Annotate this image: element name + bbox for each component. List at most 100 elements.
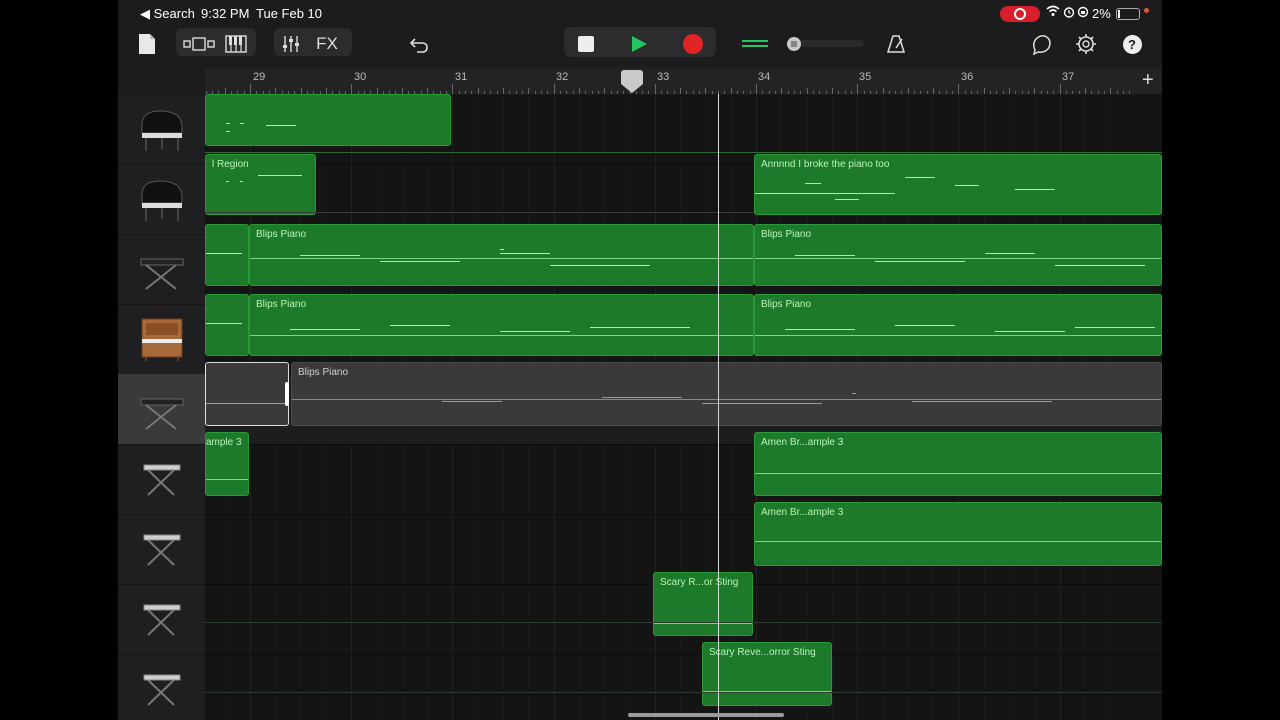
bar-number: 31 xyxy=(455,71,468,83)
region-name: Blips Piano xyxy=(298,367,349,378)
keyboard-stand-icon xyxy=(143,534,180,566)
timeline-ruler[interactable]: 29 30 31 32 33 34 35 36 37 + xyxy=(205,68,1162,95)
status-date: Tue Feb 10 xyxy=(256,6,323,21)
region-name: Blips Piano xyxy=(256,229,307,240)
audio-region[interactable]: Scary R...or Sting xyxy=(653,572,753,636)
mixer-sliders-icon xyxy=(283,36,299,52)
help-button[interactable]: ? xyxy=(1122,29,1142,59)
midi-region[interactable] xyxy=(205,294,249,356)
region-name: ample 3 xyxy=(206,437,242,448)
track-header-keyboard-3[interactable] xyxy=(118,444,205,515)
upright-piano-icon xyxy=(141,318,182,361)
audio-region[interactable]: Scary Reve...orror Sting xyxy=(702,642,832,706)
add-section-button[interactable]: + xyxy=(1142,69,1154,92)
playhead-line xyxy=(718,94,719,720)
help-icon: ? xyxy=(1122,34,1142,54)
gear-icon xyxy=(1076,34,1096,54)
rotation-lock-icon xyxy=(1077,6,1089,21)
ruler-tick xyxy=(553,84,555,94)
fx-button[interactable]: FX xyxy=(314,29,340,59)
midi-region[interactable] xyxy=(205,224,249,286)
undo-button[interactable] xyxy=(408,29,430,59)
screen-recording-indicator[interactable] xyxy=(1000,6,1040,22)
region-name: Scary R...or Sting xyxy=(660,577,739,588)
stop-button[interactable] xyxy=(574,29,598,59)
region-name: Blips Piano xyxy=(256,299,307,310)
keyboard-stand-icon xyxy=(143,464,180,496)
metronome-button[interactable] xyxy=(884,29,908,59)
track-header-keyboard-4[interactable] xyxy=(118,514,205,585)
document-icon xyxy=(139,34,155,54)
region-name: Blips Piano xyxy=(761,299,812,310)
bar-number: 34 xyxy=(758,71,771,83)
keyboard-stand-icon xyxy=(143,604,180,636)
region-resize-handle[interactable] xyxy=(285,382,289,406)
bar-number: 36 xyxy=(961,71,974,83)
instrument-view-button[interactable] xyxy=(224,29,248,59)
keyboard-stand-icon xyxy=(140,398,183,430)
wifi-icon xyxy=(1046,5,1060,20)
track-header-grand-piano-1[interactable] xyxy=(118,94,205,165)
audio-region[interactable]: Amen Br...ample 3 xyxy=(754,432,1162,496)
grand-piano-icon xyxy=(141,180,182,221)
track-header-keyboard-6[interactable] xyxy=(118,654,205,720)
midi-region[interactable]: Blips Piano xyxy=(291,362,1162,426)
tracks-view-icon xyxy=(183,37,215,51)
toolbar: FX ? xyxy=(118,26,1162,68)
ruler-tick xyxy=(452,84,454,94)
my-songs-button[interactable] xyxy=(136,29,158,59)
midi-region[interactable]: l Region xyxy=(205,154,316,215)
metronome-icon xyxy=(886,35,906,53)
region-name: Scary Reve...orror Sting xyxy=(709,647,816,658)
battery-icon xyxy=(1116,8,1140,20)
status-time: 9:32 PM xyxy=(201,6,250,21)
mixer-button[interactable] xyxy=(280,29,302,59)
tracks-view-button[interactable] xyxy=(182,29,216,59)
keyboard-stand-icon xyxy=(143,674,180,706)
ruler-tick xyxy=(1059,84,1061,94)
ruler-tick xyxy=(351,84,353,94)
loop-browser-button[interactable] xyxy=(1030,29,1054,59)
ruler-tick xyxy=(250,84,251,94)
playhead-handle[interactable] xyxy=(621,70,643,84)
region-name: l Region xyxy=(212,159,249,170)
play-button[interactable] xyxy=(626,29,652,59)
track-header-keyboard-1[interactable] xyxy=(118,234,205,305)
track-lane[interactable] xyxy=(205,654,1162,720)
bar-number: 29 xyxy=(253,71,266,83)
ruler-tick xyxy=(958,84,960,94)
midi-region[interactable]: Blips Piano xyxy=(249,224,754,286)
bar-number: 32 xyxy=(556,71,569,83)
status-bar: ◀ Search 9:32 PM Tue Feb 10 2% xyxy=(118,0,1162,26)
home-indicator[interactable] xyxy=(628,713,784,717)
ruler-tick xyxy=(654,84,656,94)
midi-region-selected[interactable] xyxy=(205,362,289,426)
volume-meter-icon xyxy=(742,37,864,51)
track-header-grand-piano-2[interactable] xyxy=(118,164,205,235)
bar-number: 33 xyxy=(657,71,670,83)
record-button[interactable] xyxy=(680,29,706,59)
grand-piano-icon xyxy=(141,110,182,151)
keyboard-stand-icon xyxy=(140,258,183,290)
track-header-keyboard-selected[interactable] xyxy=(118,374,205,445)
track-header-keyboard-5[interactable] xyxy=(118,584,205,655)
battery-percent: 2% xyxy=(1092,6,1111,21)
midi-region[interactable]: Blips Piano xyxy=(754,224,1162,286)
midi-region[interactable]: Blips Piano xyxy=(249,294,754,356)
record-icon xyxy=(683,34,703,54)
track-header-upright-piano[interactable] xyxy=(118,304,205,375)
midi-region[interactable] xyxy=(205,94,451,146)
ruler-tick xyxy=(857,84,859,94)
undo-icon xyxy=(409,38,428,53)
garageband-screen: ◀ Search 9:32 PM Tue Feb 10 2% FX ? 29 3… xyxy=(118,0,1162,720)
midi-region[interactable]: Annnnd I broke the piano too xyxy=(754,154,1162,215)
audio-region[interactable]: Amen Br...ample 3 xyxy=(754,502,1162,566)
tracks-area[interactable]: l Region Annnnd I broke the piano too Bl… xyxy=(205,94,1162,720)
back-to-search-link[interactable]: ◀ Search xyxy=(140,6,195,22)
region-name: Amen Br...ample 3 xyxy=(761,437,844,448)
playhead-pointer-icon xyxy=(621,84,643,93)
master-volume-slider[interactable] xyxy=(740,29,866,59)
midi-region[interactable]: Blips Piano xyxy=(754,294,1162,356)
settings-button[interactable] xyxy=(1074,29,1098,59)
audio-region[interactable]: ample 3 xyxy=(205,432,249,496)
